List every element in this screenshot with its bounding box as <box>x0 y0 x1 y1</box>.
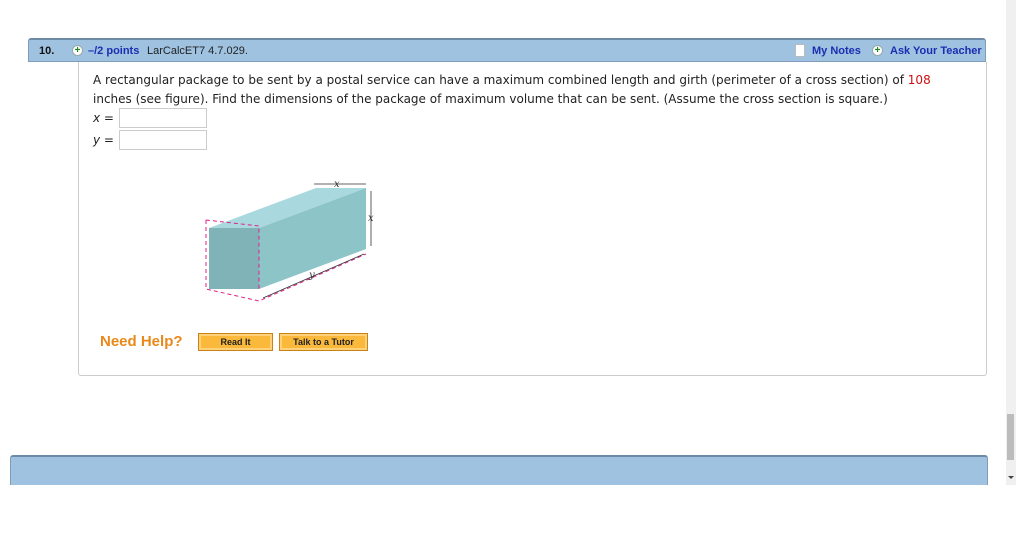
question-code: LarCalcET7 4.7.029. <box>147 45 248 57</box>
vertical-scrollbar[interactable] <box>1006 0 1016 485</box>
scroll-down-arrow-icon[interactable] <box>1008 476 1014 479</box>
my-notes-link[interactable]: My Notes <box>812 45 861 57</box>
plus-circle-icon[interactable]: + <box>72 45 83 56</box>
plus-circle-icon[interactable]: + <box>872 45 883 56</box>
box-front-face <box>209 228 259 289</box>
need-help-label: Need Help? <box>100 333 183 350</box>
talk-to-tutor-button[interactable]: Talk to a Tutor <box>279 333 368 351</box>
x-answer-input[interactable] <box>119 108 207 128</box>
notes-icon[interactable] <box>795 44 805 57</box>
width-label: x <box>334 179 340 190</box>
height-label: x <box>368 213 374 224</box>
question-body: A rectangular package to be sent by a po… <box>78 62 987 376</box>
scrollbar-thumb[interactable] <box>1007 414 1014 460</box>
page-viewport: 10. + –/2 points LarCalcET7 4.7.029. My … <box>0 0 1006 485</box>
length-label: y <box>308 270 315 281</box>
question-text: A rectangular package to be sent by a po… <box>93 71 973 109</box>
question-header: 10. + –/2 points LarCalcET7 4.7.029. My … <box>28 38 986 62</box>
y-answer-input[interactable] <box>119 130 207 150</box>
read-it-button[interactable]: Read It <box>198 333 273 351</box>
ask-teacher-link[interactable]: Ask Your Teacher <box>890 45 982 57</box>
question-text-part: A rectangular package to be sent by a po… <box>93 73 908 87</box>
highlighted-value: 108 <box>907 73 931 87</box>
package-figure: y x x <box>205 179 374 302</box>
next-question-header <box>10 455 988 485</box>
question-text-part: inches (see figure). Find the dimensions… <box>93 92 888 106</box>
question-points: –/2 points <box>88 45 140 57</box>
question-number: 10. <box>39 45 55 57</box>
